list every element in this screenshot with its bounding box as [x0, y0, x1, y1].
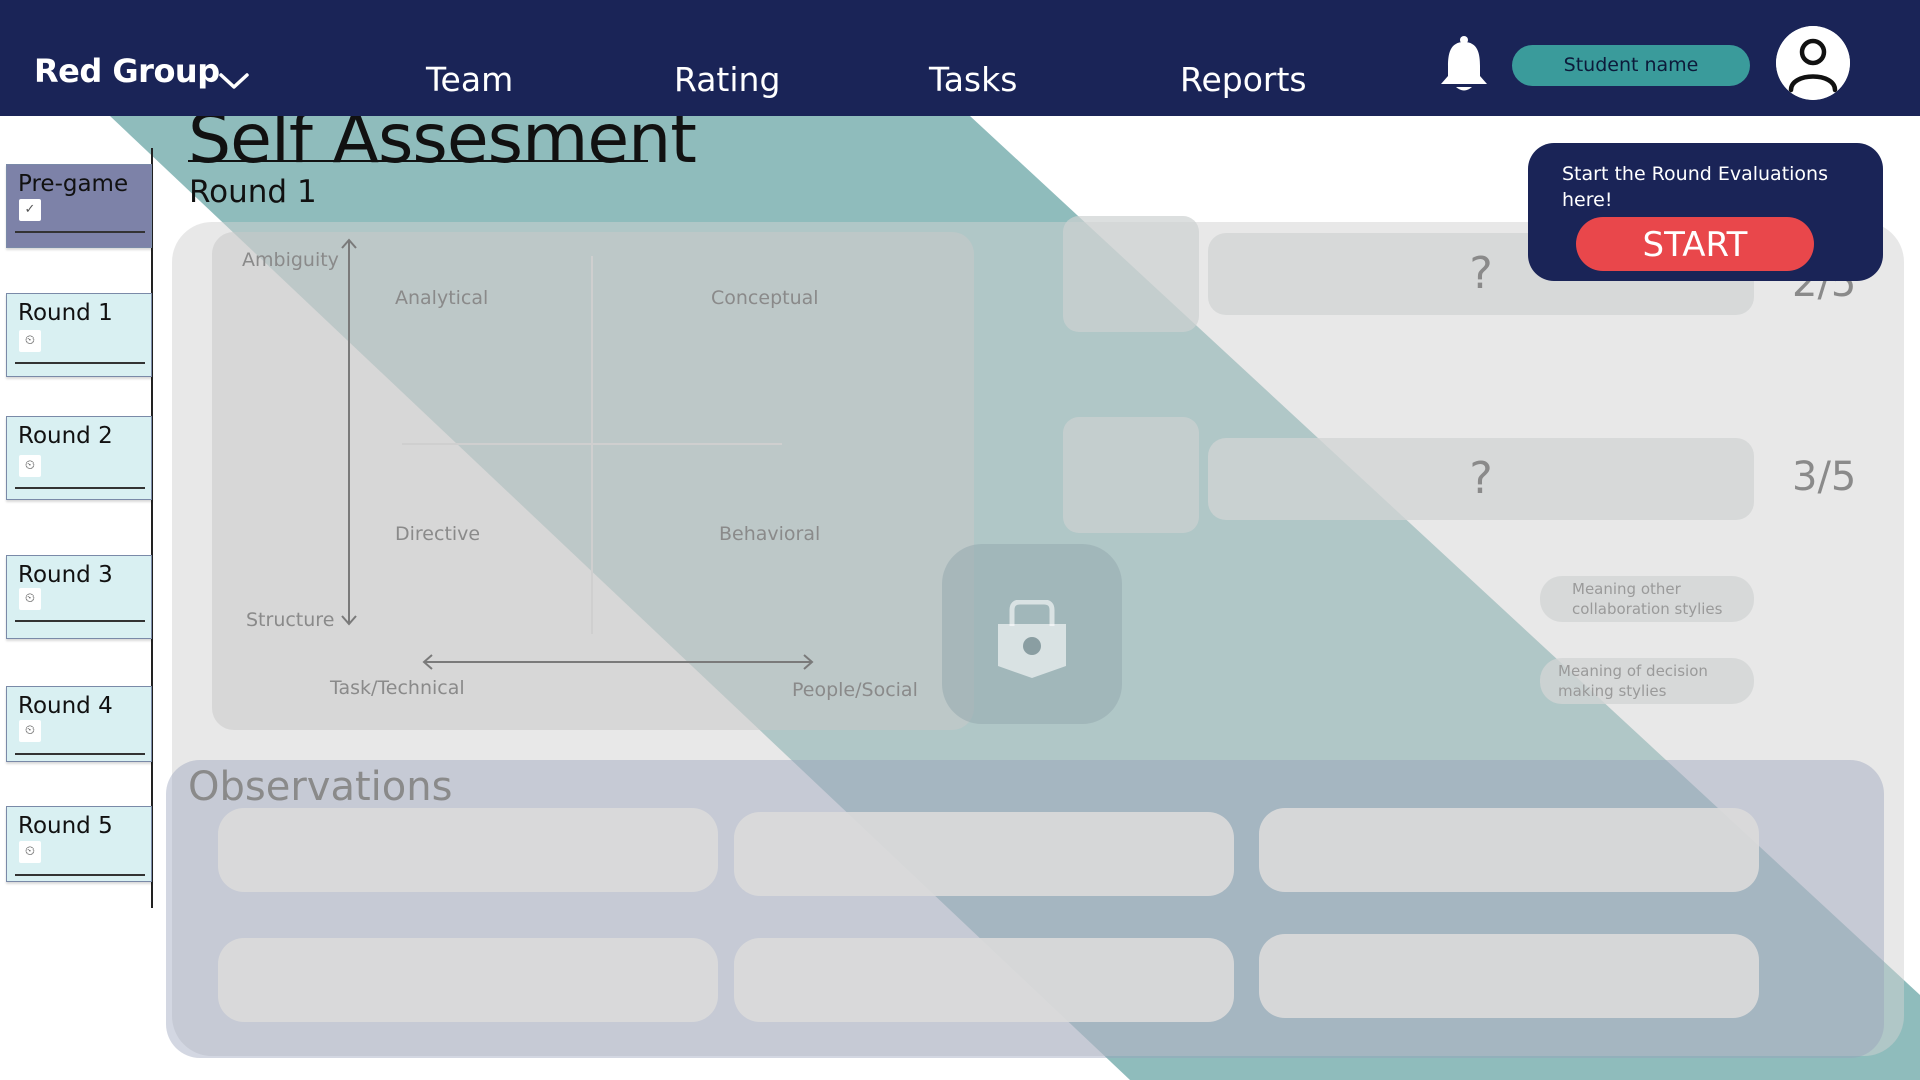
student-name-badge[interactable]: Student name [1512, 45, 1750, 86]
observation-card[interactable] [734, 938, 1234, 1022]
observations-title: Observations [188, 764, 453, 810]
result-image-slot [1063, 216, 1199, 332]
observation-card[interactable] [1259, 808, 1759, 892]
axis-label-left: Task/Technical [330, 677, 465, 699]
progress-line [15, 620, 145, 622]
lock-icon: ⏲ [19, 330, 41, 352]
start-round-popup: Start the Round Evaluations here! START [1528, 143, 1883, 281]
top-navigation-bar: Red Group Team Rating Tasks Reports Stud… [0, 0, 1920, 116]
bell-icon[interactable] [1436, 34, 1492, 94]
axis-label-bottom: Structure [246, 609, 335, 631]
sidebar-item-label: Round 5 [18, 813, 113, 839]
axis-label-right: People/Social [792, 679, 918, 701]
sidebar-item-round-4[interactable]: Round 4 ⏲ [6, 686, 152, 762]
nav-tasks[interactable]: Tasks [929, 60, 1017, 99]
nav-team[interactable]: Team [426, 60, 513, 99]
info-pill-collaboration[interactable]: Meaning other collaboration stylies [1540, 576, 1754, 622]
observation-card[interactable] [1259, 934, 1759, 1018]
result-box: ? [1208, 438, 1754, 520]
lock-icon: ⏲ [19, 455, 41, 477]
start-button[interactable]: START [1576, 217, 1814, 271]
result-score: 3/5 [1792, 454, 1857, 500]
result-image-slot [1063, 417, 1199, 533]
sidebar-item-label: Pre-game [18, 171, 129, 197]
sidebar-item-round-2[interactable]: Round 2 ⏲ [6, 416, 152, 500]
quadrant-cell-behavioral: Behavioral [719, 523, 821, 545]
user-avatar-icon[interactable] [1776, 26, 1850, 100]
axis-label-top: Ambiguity [242, 249, 339, 271]
info-pill-decision-making[interactable]: Meaning of decision making stylies [1540, 658, 1754, 704]
quadrant-cell-analytical: Analytical [395, 287, 489, 309]
quadrant-axes [341, 238, 814, 670]
chevron-down-icon[interactable] [218, 70, 250, 92]
sidebar-item-round-3[interactable]: Round 3 ⏲ [6, 555, 152, 639]
observation-card[interactable] [734, 812, 1234, 896]
progress-line [15, 362, 145, 364]
progress-line [15, 874, 145, 876]
progress-line [15, 753, 145, 755]
sidebar-item-label: Round 3 [18, 562, 113, 588]
progress-line [15, 231, 145, 233]
page-subtitle: Round 1 [189, 174, 317, 210]
quadrant-cell-directive: Directive [395, 523, 481, 545]
observation-card[interactable] [218, 938, 718, 1022]
nav-rating[interactable]: Rating [674, 60, 780, 99]
group-name[interactable]: Red Group [34, 52, 220, 90]
sidebar-item-pre-game[interactable]: Pre-game ✓ [6, 164, 152, 248]
sidebar-item-round-5[interactable]: Round 5 ⏲ [6, 806, 152, 882]
checkmark-icon: ✓ [19, 199, 41, 221]
lock-icon: ⏲ [19, 720, 41, 742]
locked-overlay [942, 544, 1122, 724]
sidebar-item-round-1[interactable]: Round 1 ⏲ [6, 293, 152, 377]
sidebar-divider [151, 148, 153, 908]
padlock-icon [998, 600, 1066, 678]
title-underline [188, 160, 648, 162]
lock-icon: ⏲ [19, 841, 41, 863]
progress-line [15, 487, 145, 489]
sidebar-item-label: Round 2 [18, 423, 113, 449]
quadrant-cell-conceptual: Conceptual [711, 287, 819, 309]
nav-reports[interactable]: Reports [1180, 60, 1307, 99]
popup-message: Start the Round Evaluations here! [1562, 163, 1828, 211]
lock-icon: ⏲ [19, 588, 41, 610]
sidebar-item-label: Round 1 [18, 300, 113, 326]
sidebar-item-label: Round 4 [18, 693, 113, 719]
observation-card[interactable] [218, 808, 718, 892]
